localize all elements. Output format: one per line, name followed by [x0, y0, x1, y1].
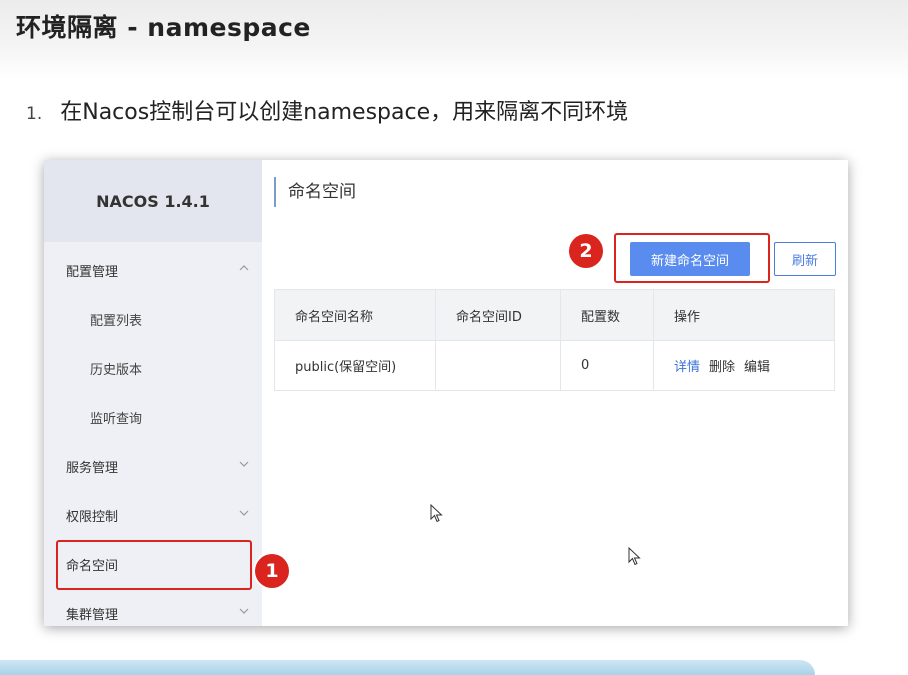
sidebar-item-config-list[interactable]: 配置列表: [44, 295, 262, 344]
refresh-button[interactable]: 刷新: [774, 242, 836, 276]
slide-title: 环境隔离 - namespace: [16, 13, 311, 42]
sidebar-item-label: 监听查询: [90, 412, 143, 427]
detail-link[interactable]: 详情: [674, 360, 700, 375]
namespace-name-cell: public(保留空间): [274, 340, 436, 391]
annotation-badge-1: 1: [255, 554, 289, 588]
mouse-cursor-icon: [628, 547, 641, 566]
delete-link[interactable]: 删除: [709, 360, 735, 375]
sidebar-item-label: 历史版本: [90, 363, 143, 378]
chevron-down-icon: [239, 461, 249, 467]
config-count-cell: 0: [560, 340, 654, 391]
edit-link[interactable]: 编辑: [744, 360, 770, 375]
sidebar-item-config-management[interactable]: 配置管理: [44, 246, 262, 295]
column-header: 操作: [653, 289, 835, 341]
table-row: public(保留空间) 0 详情 删除 编辑: [274, 340, 835, 391]
namespace-table: 命名空间名称 命名空间ID 配置数 操作 public(保留空间) 0 详情 删除…: [274, 289, 835, 391]
logo-area: NACOS 1.4.1: [44, 160, 262, 242]
actions-cell: 详情 删除 编辑: [653, 340, 835, 391]
decorative-wave: [0, 660, 815, 675]
step-text: 在Nacos控制台可以创建namespace，用来隔离不同环境: [60, 100, 629, 125]
step-instruction: 1. 在Nacos控制台可以创建namespace，用来隔离不同环境: [26, 94, 628, 126]
column-header: 命名空间名称: [274, 289, 436, 341]
sidebar-item-access-control[interactable]: 权限控制: [44, 491, 262, 540]
mouse-cursor-icon: [430, 504, 443, 523]
nacos-logo: NACOS 1.4.1: [96, 191, 210, 211]
sidebar-item-listener-query[interactable]: 监听查询: [44, 393, 262, 442]
sidebar-item-cluster-management[interactable]: 集群管理: [44, 589, 262, 626]
sidebar-item-label: 服务管理: [66, 461, 119, 476]
highlight-new-namespace-box: [614, 233, 770, 283]
slide-header: 环境隔离 - namespace: [0, 0, 908, 80]
namespace-id-cell: [435, 340, 561, 391]
chevron-down-icon: [239, 510, 249, 516]
chevron-up-icon: [239, 265, 249, 271]
highlight-namespace-menu-box: [56, 540, 252, 590]
sidebar-item-history[interactable]: 历史版本: [44, 344, 262, 393]
sidebar-item-label: 集群管理: [66, 608, 119, 623]
sidebar-item-label: 权限控制: [66, 510, 119, 525]
sidebar-item-label: 配置管理: [66, 265, 119, 280]
sidebar-item-label: 配置列表: [90, 314, 143, 329]
page-title: 命名空间: [274, 177, 356, 207]
column-header: 配置数: [560, 289, 654, 341]
table-header-row: 命名空间名称 命名空间ID 配置数 操作: [274, 289, 835, 341]
chevron-down-icon: [239, 608, 249, 614]
main-content: 命名空间 新建命名空间 刷新 命名空间名称 命名空间ID 配置数 操作 publ…: [262, 160, 848, 626]
column-header: 命名空间ID: [435, 289, 561, 341]
step-number: 1.: [26, 104, 43, 124]
sidebar-item-service-management[interactable]: 服务管理: [44, 442, 262, 491]
annotation-badge-2: 2: [569, 234, 603, 268]
